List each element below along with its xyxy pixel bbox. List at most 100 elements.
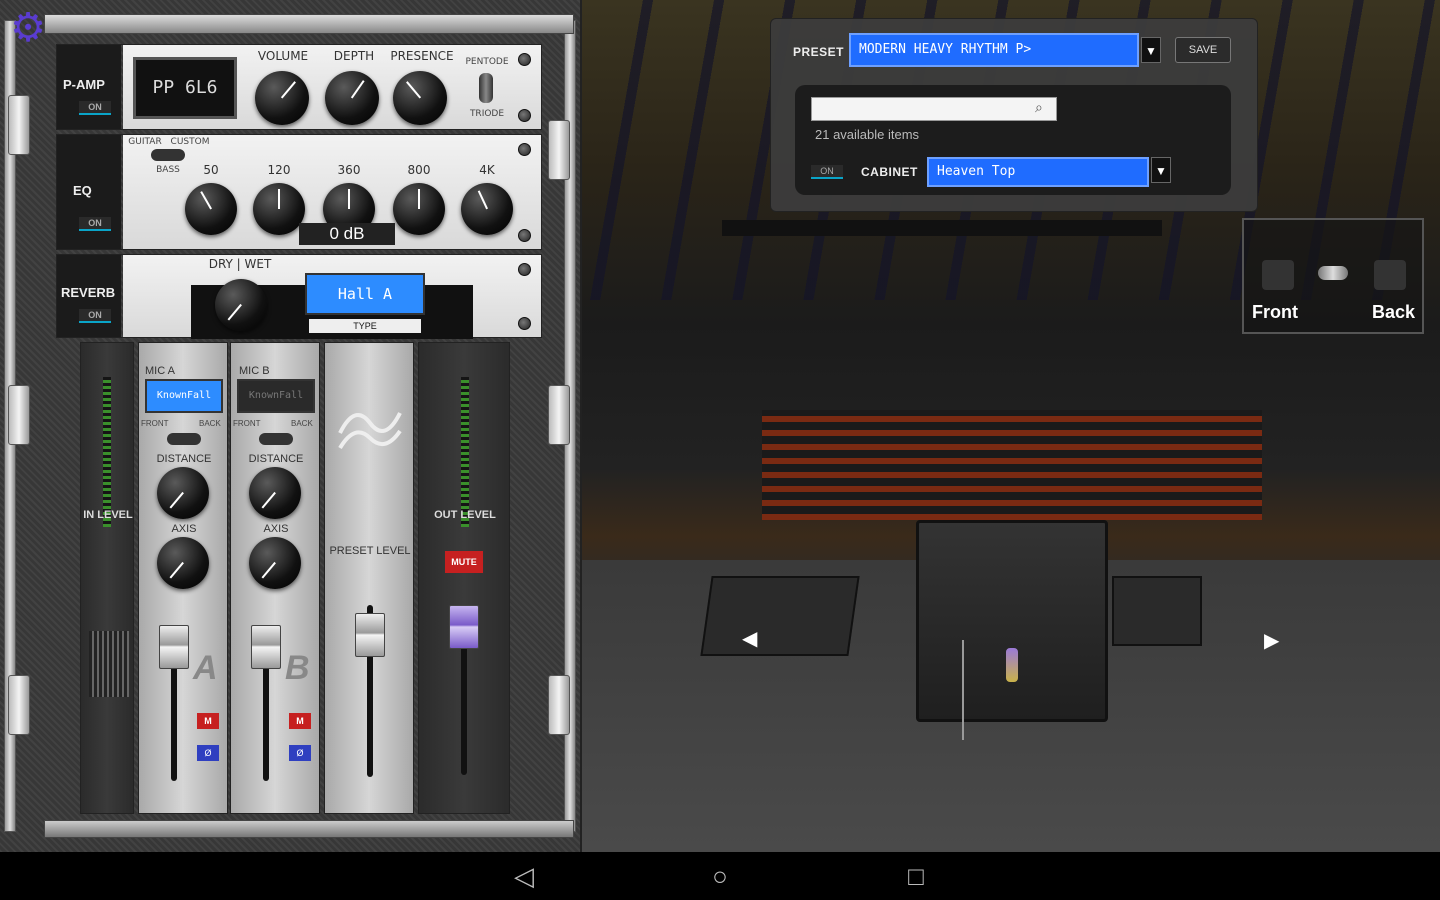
- preamp-on-button[interactable]: ON: [79, 101, 111, 115]
- mic-b-distance-knob[interactable]: [249, 467, 301, 519]
- eq-120-knob[interactable]: [253, 183, 305, 235]
- presence-knob[interactable]: [393, 71, 447, 125]
- mic-b-front-label: FRONT: [233, 419, 261, 428]
- mic-a-letter: A: [193, 649, 218, 687]
- amp-model-display[interactable]: PP 6L6: [133, 57, 237, 119]
- preset-label: PRESET: [793, 45, 845, 59]
- mic-a-axis-knob[interactable]: [157, 537, 209, 589]
- preset-level-fader[interactable]: [355, 613, 385, 657]
- eq-mode-switch[interactable]: [151, 149, 185, 161]
- mic-b-phase-button[interactable]: Ø: [289, 745, 311, 761]
- tube-mode-switch[interactable]: [479, 73, 493, 103]
- rack-clamp: [8, 675, 30, 735]
- rack-bottom-bar: [44, 820, 574, 838]
- mic-a-front-label: FRONT: [141, 419, 169, 428]
- back-nav-icon[interactable]: ◁: [500, 858, 548, 894]
- mic-a-phase-button[interactable]: Ø: [197, 745, 219, 761]
- front-label[interactable]: Front: [1252, 302, 1298, 323]
- eq-label-panel: EQ ON: [57, 135, 121, 249]
- search-icon[interactable]: ⌕: [1035, 99, 1043, 116]
- stage-arrow-left-icon[interactable]: ◀: [742, 626, 757, 651]
- eq-800-knob[interactable]: [393, 183, 445, 235]
- mic-a-distance-knob[interactable]: [157, 467, 209, 519]
- settings-gear-icon[interactable]: ⚙: [6, 6, 50, 50]
- presence-label: PRESENCE: [390, 49, 454, 63]
- speaker-cabinet[interactable]: [916, 520, 1108, 722]
- rack-clamp: [548, 675, 570, 735]
- lighting-truss: [722, 220, 1162, 236]
- preamp-unit: P-AMP ON PP 6L6 VOLUME DEPTH PRESENCE PE…: [56, 44, 542, 130]
- screw: [518, 263, 531, 276]
- mic-view-toggle: Front Back: [1242, 218, 1424, 334]
- cabinet-on-button[interactable]: ON: [811, 165, 843, 179]
- stage-monitor-right: [1112, 576, 1202, 646]
- in-level-grille: [89, 631, 129, 697]
- volume-label: VOLUME: [257, 49, 309, 63]
- screw: [518, 53, 531, 66]
- microphone-icon[interactable]: [1006, 648, 1018, 682]
- eq-band-label: 50: [203, 163, 219, 177]
- cabinet-dropdown-arrow-icon[interactable]: ▼: [1151, 157, 1171, 183]
- mic-b-fader[interactable]: [251, 625, 281, 669]
- cabinet-select[interactable]: Heaven Top: [927, 157, 1149, 187]
- rack-top-bar: [44, 14, 574, 34]
- system-nav-bar: ◁ ○ □: [0, 852, 1440, 900]
- mic-a-position-switch[interactable]: [167, 433, 201, 445]
- depth-knob[interactable]: [325, 71, 379, 125]
- in-level-strip: IN LEVEL: [80, 342, 134, 814]
- eq-4k-knob[interactable]: [461, 183, 513, 235]
- mic-b-title: MIC B: [239, 365, 270, 377]
- eq-on-button[interactable]: ON: [79, 217, 111, 231]
- mic-thumbnail-icon: [1318, 266, 1348, 280]
- eq-guitar-label: GUITAR: [128, 137, 162, 147]
- preset-dropdown-arrow-icon[interactable]: ▼: [1141, 37, 1161, 63]
- reverb-type-display[interactable]: Hall A: [305, 273, 425, 315]
- eq-band-label: 360: [337, 163, 361, 177]
- preset-level-label: PRESET LEVEL: [329, 545, 411, 557]
- recents-nav-icon[interactable]: □: [892, 858, 940, 894]
- reverb-label-panel: REVERB ON: [57, 255, 121, 337]
- eq-band-label: 4K: [479, 163, 495, 177]
- rack-clamp: [8, 95, 30, 155]
- mic-stand-icon[interactable]: [962, 640, 964, 740]
- eq-custom-label: CUSTOM: [170, 137, 210, 147]
- reverb-mix-knob[interactable]: [215, 279, 267, 331]
- rack-clamp: [548, 385, 570, 445]
- available-items-text: 21 available items: [815, 127, 920, 142]
- seating-area: [762, 410, 1262, 520]
- preset-panel: PRESET MODERN HEAVY RHYTHM P> ▼ SAVE ⌕ 2…: [770, 18, 1258, 212]
- mic-a-mute-button[interactable]: M: [197, 713, 219, 729]
- front-view-icon[interactable]: [1262, 260, 1294, 290]
- mic-a-model-display[interactable]: KnownFall: [145, 379, 223, 413]
- save-button[interactable]: SAVE: [1175, 37, 1231, 63]
- reverb-on-button[interactable]: ON: [79, 309, 111, 323]
- triode-label: TRIODE: [469, 109, 505, 119]
- rack-clamp: [548, 120, 570, 180]
- out-level-fader[interactable]: [449, 605, 479, 649]
- back-label[interactable]: Back: [1372, 302, 1415, 323]
- effects-rack: ⚙ P-AMP ON PP 6L6 VOLUME DEPTH PRESENCE …: [0, 0, 582, 852]
- back-view-icon[interactable]: [1374, 260, 1406, 290]
- mic-b-position-switch[interactable]: [259, 433, 293, 445]
- out-level-strip: OUT LEVEL MUTE: [418, 342, 510, 814]
- eq-50-knob[interactable]: [185, 183, 237, 235]
- mic-a-fader[interactable]: [159, 625, 189, 669]
- mic-a-distance-label: DISTANCE: [156, 453, 212, 465]
- mic-b-strip: MIC B KnownFall FRONT BACK DISTANCE AXIS…: [230, 342, 320, 814]
- out-level-meter: [461, 377, 469, 527]
- mute-button[interactable]: MUTE: [445, 551, 483, 573]
- mic-b-model-display[interactable]: KnownFall: [237, 379, 315, 413]
- home-nav-icon[interactable]: ○: [696, 858, 744, 894]
- stage-arrow-right-icon[interactable]: ▶: [1264, 628, 1279, 653]
- cabinet-label: CABINET: [861, 165, 918, 179]
- mic-b-axis-knob[interactable]: [249, 537, 301, 589]
- mic-b-letter: B: [285, 649, 310, 687]
- preset-select[interactable]: MODERN HEAVY RHYTHM P>: [849, 33, 1139, 67]
- volume-knob[interactable]: [255, 71, 309, 125]
- search-input[interactable]: [811, 97, 1057, 121]
- out-level-label: OUT LEVEL: [434, 509, 496, 521]
- mic-b-mute-button[interactable]: M: [289, 713, 311, 729]
- screw: [518, 109, 531, 122]
- eq-label: EQ: [73, 183, 92, 198]
- rack-clamp: [8, 385, 30, 445]
